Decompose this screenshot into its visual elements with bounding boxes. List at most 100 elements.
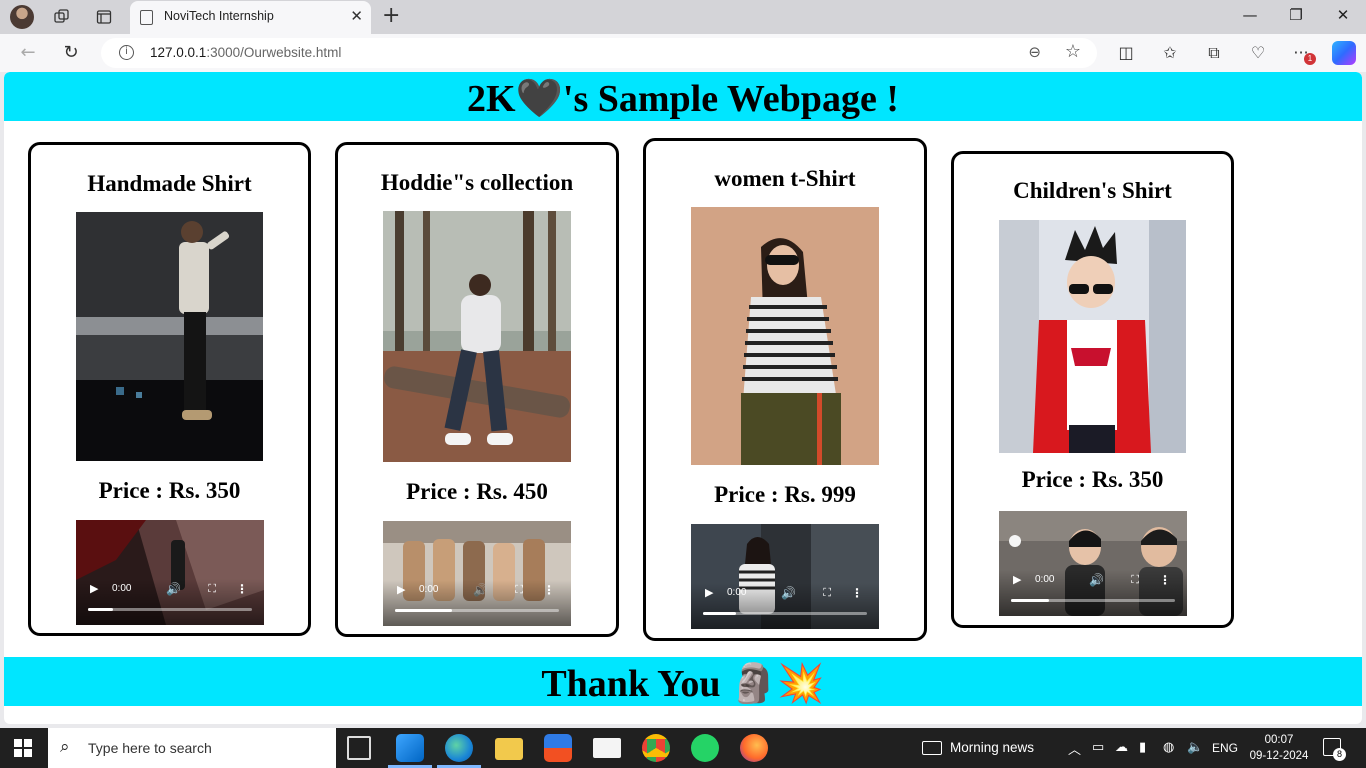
workspaces-icon[interactable] xyxy=(52,7,72,27)
address-bar[interactable]: i 127.0.0.1:3000/Ourwebsite.html ⊖ ☆ xyxy=(101,38,1097,68)
network-icon[interactable]: ◍ xyxy=(1163,739,1174,755)
close-window-icon[interactable]: ✕ xyxy=(1333,6,1353,24)
volume-icon[interactable]: 🔊 xyxy=(1089,573,1104,587)
close-tab-icon[interactable]: ✕ xyxy=(350,7,363,25)
product-video[interactable]: ▶ 0:00 🔊 ⛶ ⋮ xyxy=(691,524,879,629)
fullscreen-icon[interactable]: ⛶ xyxy=(208,582,216,596)
play-icon[interactable]: ▶ xyxy=(397,583,405,596)
play-icon[interactable]: ▶ xyxy=(1013,573,1021,586)
weather-widget[interactable]: Morning news xyxy=(922,740,1034,755)
play-icon[interactable]: ▶ xyxy=(90,582,98,595)
language-indicator[interactable]: ENG xyxy=(1212,741,1238,755)
video-progress-bar[interactable] xyxy=(88,608,252,611)
video-progress-bar[interactable] xyxy=(1011,599,1175,602)
copilot-icon[interactable] xyxy=(1332,41,1356,65)
fullscreen-icon[interactable]: ⛶ xyxy=(1131,573,1139,587)
refresh-icon[interactable]: ↻ xyxy=(60,42,82,63)
battery-icon[interactable]: ▮ xyxy=(1139,739,1146,755)
clock-time: 00:07 xyxy=(1264,734,1294,746)
store-icon[interactable] xyxy=(544,734,572,762)
file-explorer-icon[interactable] xyxy=(495,738,523,760)
volume-icon[interactable]: 🔊 xyxy=(166,582,181,596)
video-more-icon[interactable]: ⋮ xyxy=(543,583,555,597)
product-video[interactable]: ▶ 0:00 🔊 ⛶ ⋮ xyxy=(76,520,264,625)
back-icon[interactable]: ← xyxy=(17,42,39,63)
volume-icon[interactable]: 🔊 xyxy=(473,583,488,597)
browser-essentials-icon[interactable]: ♡ xyxy=(1247,43,1269,62)
video-time: 0:00 xyxy=(1035,574,1055,585)
favorite-star-icon[interactable]: ☆ xyxy=(1065,41,1081,62)
notification-badge: 1 xyxy=(1304,53,1316,65)
url-text[interactable]: 127.0.0.1:3000/Ourwebsite.html xyxy=(150,45,341,60)
cloud-icon[interactable]: ☁ xyxy=(1115,739,1128,755)
video-time: 0:00 xyxy=(419,584,439,595)
video-more-icon[interactable]: ⋮ xyxy=(236,582,248,596)
play-icon[interactable]: ▶ xyxy=(705,586,713,599)
volume-icon[interactable]: 🔈 xyxy=(1187,739,1203,755)
video-time: 0:00 xyxy=(112,583,132,594)
footer-title: Thank You 🗿💥 xyxy=(541,663,825,705)
clock-date: 09-12-2024 xyxy=(1249,750,1309,762)
search-icon: ⌕ xyxy=(60,737,70,757)
video-progress-bar[interactable] xyxy=(703,612,867,615)
search-placeholder: Type here to search xyxy=(88,740,212,756)
taskbar-search[interactable]: ⌕ Type here to search xyxy=(48,728,336,768)
taskbar: ⌕ Type here to search Morning news ︿ ▭ ☁… xyxy=(0,728,1366,768)
minimize-icon[interactable]: — xyxy=(1240,6,1260,24)
video-time: 0:00 xyxy=(727,587,747,598)
product-price: Price : Rs. 999 xyxy=(714,482,856,507)
product-title: Hoddie"s collection xyxy=(380,170,574,195)
tab-actions-icon[interactable] xyxy=(94,7,114,27)
show-hidden-icons-icon[interactable]: ︿ xyxy=(1068,739,1081,758)
product-price: Price : Rs. 350 xyxy=(98,478,241,503)
edge-icon[interactable] xyxy=(445,734,473,762)
product-title: Children's Shirt xyxy=(1013,178,1172,203)
firefox-icon[interactable] xyxy=(740,734,768,762)
zoom-out-icon[interactable]: ⊖ xyxy=(1028,43,1041,61)
product-image xyxy=(691,207,879,465)
profile-avatar[interactable] xyxy=(10,5,34,29)
whatsapp-icon[interactable] xyxy=(691,734,719,762)
tab-strip: NoviTech Internship ✕ + — ❐ ✕ xyxy=(0,0,1366,34)
mail-icon[interactable] xyxy=(593,738,621,758)
site-info-icon[interactable]: i xyxy=(119,45,134,60)
product-card: Children's Shirt Price : Rs. 350 ▶ 0:00 … xyxy=(951,151,1234,628)
product-image xyxy=(76,212,263,461)
product-video[interactable]: ▶ 0:00 🔊 ⛶ ⋮ xyxy=(383,521,571,626)
video-more-icon[interactable]: ⋮ xyxy=(851,586,863,600)
volume-icon[interactable]: 🔊 xyxy=(781,586,796,600)
meet-now-icon[interactable]: ▭ xyxy=(1092,739,1104,755)
favorites-icon[interactable]: ✩ xyxy=(1159,43,1181,62)
split-screen-icon[interactable]: ◫ xyxy=(1115,43,1137,62)
product-card: Hoddie"s collection Price : Rs. 450 ▶ 0:… xyxy=(335,142,619,637)
task-view-icon[interactable] xyxy=(347,736,371,760)
restore-icon[interactable]: ❐ xyxy=(1286,6,1306,24)
product-price: Price : Rs. 450 xyxy=(406,479,548,504)
site-header: 2K🖤's Sample Webpage ! xyxy=(4,72,1362,121)
product-video[interactable]: ▶ 0:00 🔊 ⛶ ⋮ xyxy=(999,511,1187,616)
product-title: women t-Shirt xyxy=(714,166,856,191)
product-card: Handmade Shirt Price : Rs. 350 ▶ 0:00 🔊 … xyxy=(28,142,311,636)
video-progress-bar[interactable] xyxy=(395,609,559,612)
news-icon xyxy=(922,741,942,755)
tab-active[interactable]: NoviTech Internship ✕ xyxy=(130,1,371,34)
vscode-icon[interactable] xyxy=(396,734,424,762)
clock[interactable]: 00:07 09-12-2024 xyxy=(1248,732,1310,764)
site-footer: Thank You 🗿💥 xyxy=(4,657,1362,706)
new-tab-button[interactable]: + xyxy=(382,3,400,28)
product-image xyxy=(999,220,1186,453)
chrome-icon[interactable] xyxy=(642,734,670,762)
fullscreen-icon[interactable]: ⛶ xyxy=(515,583,523,597)
product-card: women t-Shirt Price : Rs. 999 ▶ 0:00 🔊 ⛶… xyxy=(643,138,927,641)
windows-start-icon[interactable] xyxy=(14,739,32,757)
product-title: Handmade Shirt xyxy=(87,171,252,196)
fullscreen-icon[interactable]: ⛶ xyxy=(823,586,831,600)
collections-icon[interactable]: ⧉ xyxy=(1203,43,1225,63)
video-more-icon[interactable]: ⋮ xyxy=(1159,573,1171,587)
page-title: 2K🖤's Sample Webpage ! xyxy=(467,78,899,120)
notification-count: 8 xyxy=(1333,748,1346,761)
browser-toolbar: ← ↻ i 127.0.0.1:3000/Ourwebsite.html ⊖ ☆… xyxy=(0,34,1366,72)
tab-title: NoviTech Internship xyxy=(164,9,274,23)
page-icon xyxy=(140,10,153,25)
product-image xyxy=(383,211,571,462)
